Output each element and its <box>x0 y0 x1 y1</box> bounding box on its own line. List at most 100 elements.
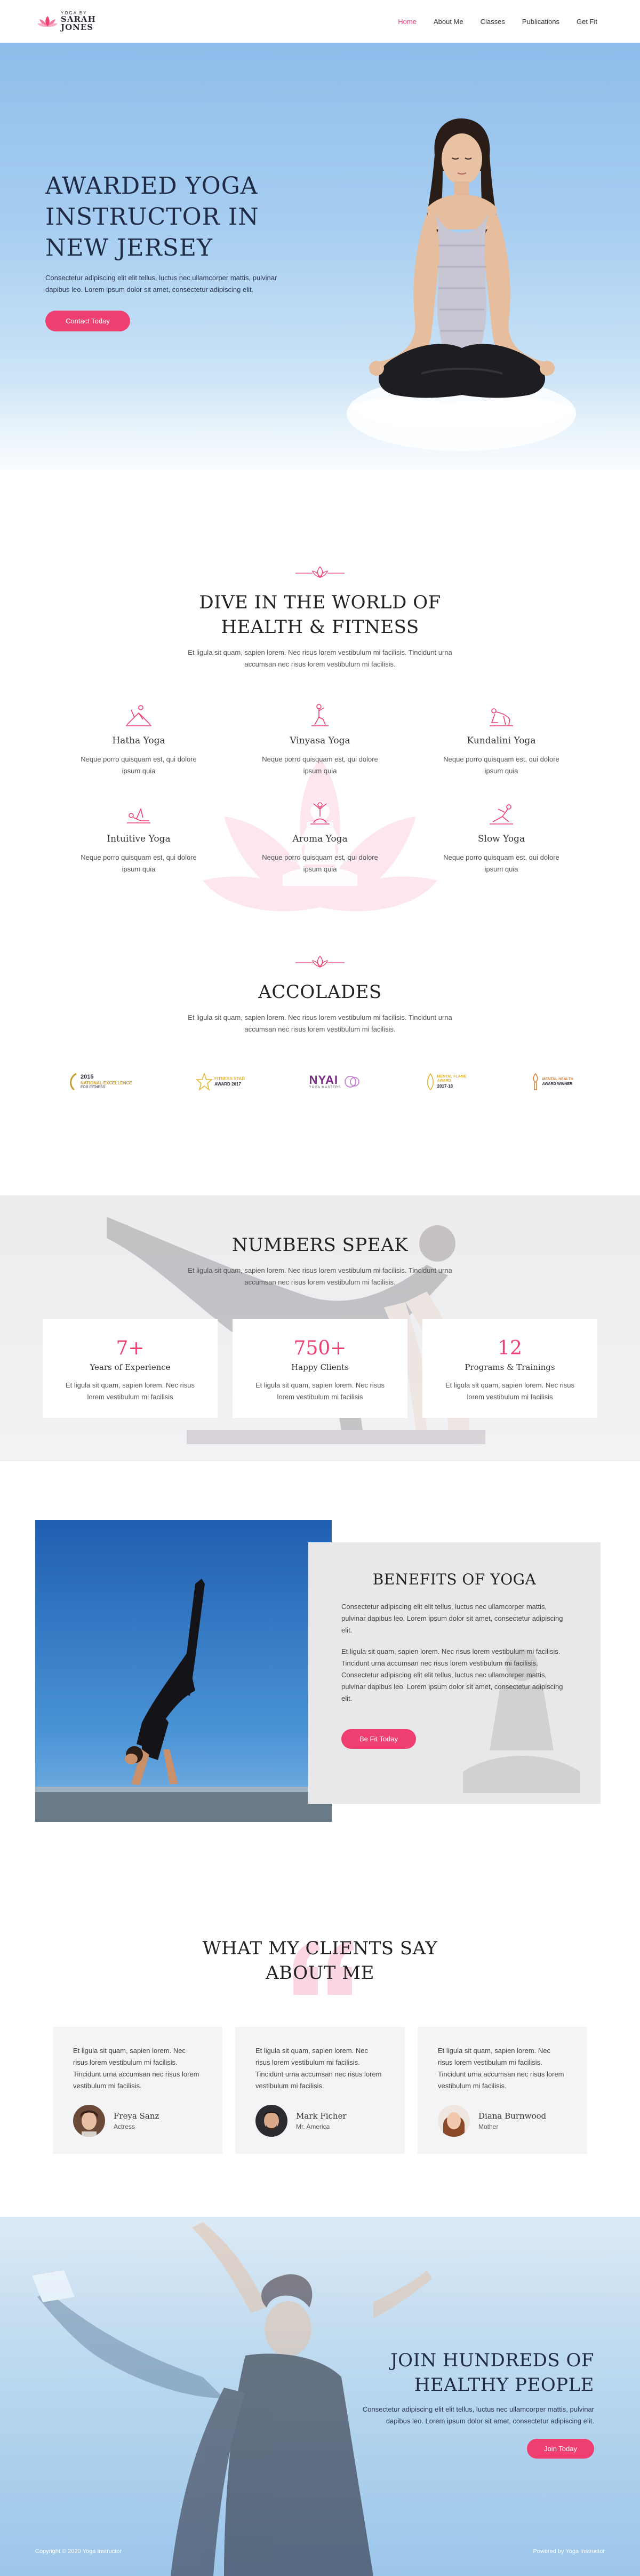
dive-title-line1: DIVE IN THE WORLD OF <box>199 592 441 613</box>
service-kundalini-yoga[interactable]: Kundalini Yoga Neque porro quisquam est,… <box>411 703 592 777</box>
meditating-woman-image <box>347 118 576 451</box>
service-name: Vinyasa Yoga <box>290 735 350 746</box>
avatar <box>255 2105 287 2137</box>
service-description: Neque porro quisquam est, qui dolore ips… <box>81 853 197 873</box>
nav-home[interactable]: Home <box>398 18 417 26</box>
service-hatha-yoga[interactable]: Hatha Yoga Neque porro quisquam est, qui… <box>48 703 229 777</box>
stat-value: 7+ <box>116 1337 145 1359</box>
numbers-section: NUMBERS SPEAK Et ligula sit quam, sapien… <box>0 1195 640 1461</box>
award-line3: FOR FITNESS <box>81 1085 106 1089</box>
nav-about-me[interactable]: About Me <box>434 18 463 26</box>
accolades-description: Et ligula sit quam, sapien lorem. Nec ri… <box>188 1013 452 1033</box>
testimonial-text: Et ligula sit quam, sapien lorem. Nec ri… <box>255 2047 382 2090</box>
be-fit-today-button[interactable]: Be Fit Today <box>341 1729 417 1749</box>
logo-name-line2: JONES <box>61 22 94 32</box>
client-role: Mother <box>478 2123 499 2130</box>
award-line1: MENTAL HEALTH <box>542 1077 573 1081</box>
site-footer: Copyright © 2020 Yoga Instructor Powered… <box>35 2548 605 2555</box>
stat-value: 12 <box>498 1337 522 1359</box>
join-title-line2: HEALTHY PEOPLE <box>414 2374 594 2396</box>
join-section: JOIN HUNDREDS OF HEALTHY PEOPLE Consecte… <box>0 2217 640 2576</box>
award-line3: 2017-18 <box>437 1083 453 1089</box>
award-line2: YOGA MASTERS <box>309 1086 341 1089</box>
service-name: Hatha Yoga <box>112 735 165 746</box>
accolades-section: ACCOLADES Et ligula sit quam, sapien lor… <box>0 955 640 1195</box>
stat-card: 750+ Happy Clients Et ligula sit quam, s… <box>233 1319 407 1418</box>
service-slow-yoga[interactable]: Slow Yoga Neque porro quisquam est, qui … <box>411 802 592 875</box>
join-description: Consectetur adipiscing elit elit tellus,… <box>362 2405 594 2425</box>
stat-description: Et ligula sit quam, sapien lorem. Nec ri… <box>255 1381 385 1401</box>
award-nyai: NYAI YOGA MASTERS <box>309 1074 362 1090</box>
stat-label: Programs & Trainings <box>465 1362 555 1372</box>
nav-get-fit[interactable]: Get Fit <box>577 18 597 26</box>
award-line2: AWARD 2017 <box>214 1082 241 1087</box>
aroma-pose-icon <box>310 802 330 825</box>
benefits-card: BENEFITS OF YOGA Consectetur adipiscing … <box>308 1542 601 1804</box>
benefits-paragraph-2: Et ligula sit quam, sapien lorem. Nec ri… <box>341 1647 563 1702</box>
award-line1: 2015 <box>81 1074 94 1081</box>
testimonials-title-line2: ABOUT ME <box>266 1962 374 1984</box>
slow-pose-icon <box>490 804 513 825</box>
nav-classes[interactable]: Classes <box>481 18 505 26</box>
award-line1: FITNESS STAR <box>214 1076 245 1082</box>
testimonial-cards: Et ligula sit quam, sapien lorem. Nec ri… <box>0 2027 640 2154</box>
benefits-paragraph-1: Consectetur adipiscing elit elit tellus,… <box>341 1603 563 1634</box>
award-mental-flame: MENTAL FLAME AWARD 2017-18 <box>426 1073 467 1091</box>
stat-card: 12 Programs & Trainings Et ligula sit qu… <box>422 1319 597 1418</box>
client-role: Actress <box>114 2123 135 2130</box>
torch-icon <box>533 1073 538 1090</box>
hatha-pose-icon <box>126 705 151 726</box>
logo[interactable]: YOGA BY SARAH JONES <box>37 11 96 31</box>
service-description: Neque porro quisquam est, qui dolore ips… <box>81 755 197 775</box>
award-line2: NATIONAL EXCELLENCE <box>81 1080 132 1085</box>
client-role: Mr. America <box>296 2123 330 2130</box>
testimonials-section: WHAT MY CLIENTS SAY ABOUT ME Et ligula s… <box>0 1856 640 2217</box>
service-name: Kundalini Yoga <box>467 735 536 746</box>
join-title: JOIN HUNDREDS OF HEALTHY PEOPLE <box>338 2348 594 2397</box>
lotus-divider-icon <box>0 955 640 969</box>
award-national-excellence: 2015 NATIONAL EXCELLENCE FOR FITNESS <box>67 1073 132 1091</box>
services-grid: Hatha Yoga Neque porro quisquam est, qui… <box>48 703 592 875</box>
flame-icon <box>427 1073 434 1091</box>
award-line2: AWARD WINNER <box>542 1082 573 1086</box>
award-line1: MENTAL FLAME <box>437 1074 467 1079</box>
dive-description: Et ligula sit quam, sapien lorem. Nec ri… <box>188 648 452 668</box>
health-fitness-section: DIVE IN THE WORLD OF HEALTH & FITNESS Et… <box>0 470 640 955</box>
testimonial-card: Et ligula sit quam, sapien lorem. Nec ri… <box>53 2027 222 2154</box>
stat-description: Et ligula sit quam, sapien lorem. Nec ri… <box>445 1381 575 1401</box>
service-name: Intuitive Yoga <box>107 834 171 844</box>
lotus-divider-icon <box>0 566 640 580</box>
stat-card: 7+ Years of Experience Et ligula sit qua… <box>43 1319 218 1418</box>
kundalini-pose-icon <box>490 708 513 726</box>
spiral-icon <box>345 1076 360 1088</box>
contact-today-button[interactable]: Contact Today <box>45 311 130 331</box>
award-line2: AWARD <box>437 1079 451 1083</box>
service-name: Slow Yoga <box>477 834 525 844</box>
lotus-logo-icon <box>37 16 58 27</box>
avatar <box>73 2105 105 2137</box>
service-description: Neque porro quisquam est, qui dolore ips… <box>262 755 378 775</box>
join-today-button[interactable]: Join Today <box>527 2439 594 2459</box>
service-aroma-yoga[interactable]: Aroma Yoga Neque porro quisquam est, qui… <box>229 802 411 875</box>
benefits-section: BENEFITS OF YOGA Consectetur adipiscing … <box>0 1461 640 1856</box>
dive-title: DIVE IN THE WORLD OF HEALTH & FITNESS <box>0 590 640 639</box>
service-intuitive-yoga[interactable]: Intuitive Yoga Neque porro quisquam est,… <box>48 802 229 875</box>
copyright-text: Copyright © 2020 Yoga Instructor <box>35 2548 122 2555</box>
service-description: Neque porro quisquam est, qui dolore ips… <box>443 853 559 873</box>
service-vinyasa-yoga[interactable]: Vinyasa Yoga Neque porro quisquam est, q… <box>229 703 411 777</box>
numbers-title: NUMBERS SPEAK <box>231 1234 409 1256</box>
stat-label: Happy Clients <box>291 1362 349 1372</box>
star-icon <box>196 1073 212 1091</box>
client-name: Mark Ficher <box>296 2111 347 2121</box>
intuitive-pose-icon <box>127 807 150 823</box>
site-header: YOGA BY SARAH JONES Home About Me Classe… <box>0 0 640 43</box>
powered-by-text: Powered by Yoga Instructor <box>533 2548 605 2555</box>
service-description: Neque porro quisquam est, qui dolore ips… <box>443 755 559 775</box>
vinyasa-pose-icon <box>311 704 329 726</box>
client-name: Diana Burnwood <box>478 2111 547 2121</box>
client-name: Freya Sanz <box>114 2111 159 2121</box>
stat-description: Et ligula sit quam, sapien lorem. Nec ri… <box>65 1381 195 1401</box>
service-description: Neque porro quisquam est, qui dolore ips… <box>262 853 378 873</box>
nav-publications[interactable]: Publications <box>522 18 559 26</box>
stats-row: 7+ Years of Experience Et ligula sit qua… <box>0 1319 640 1418</box>
